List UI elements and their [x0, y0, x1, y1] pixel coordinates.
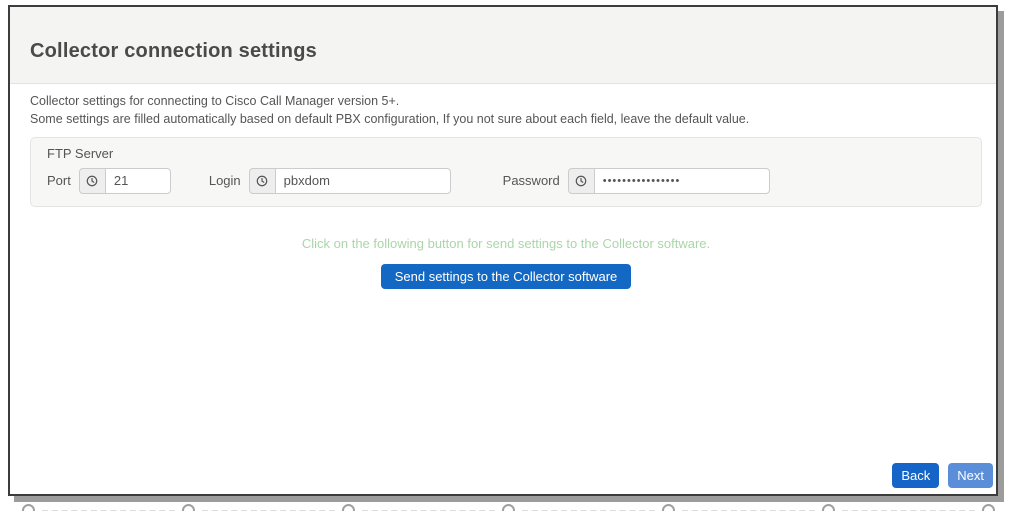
password-addon	[568, 168, 594, 194]
next-button[interactable]: Next	[948, 463, 993, 488]
settings-window: Collector connection settings Collector …	[8, 5, 998, 496]
clock-icon	[575, 175, 587, 187]
login-input-group	[249, 168, 451, 194]
send-settings-button[interactable]: Send settings to the Collector software	[381, 264, 632, 289]
description-line-2: Some settings are filled automatically b…	[30, 111, 982, 129]
ftp-server-panel: FTP Server Port Login	[30, 137, 982, 207]
login-input[interactable]	[275, 168, 451, 194]
window-body: Collector settings for connecting to Cis…	[10, 84, 996, 493]
port-input-group	[79, 168, 171, 194]
port-input[interactable]	[105, 168, 171, 194]
window-header: Collector connection settings	[10, 7, 996, 84]
ftp-form-row: Port Login	[47, 168, 965, 194]
clock-icon	[256, 175, 268, 187]
step-dot	[662, 504, 675, 511]
password-label: Password	[503, 173, 560, 188]
wizard-nav: Back Next	[892, 463, 993, 488]
port-addon	[79, 168, 105, 194]
wizard-step-strip	[0, 504, 1024, 511]
clock-icon	[86, 175, 98, 187]
step-dot	[182, 504, 195, 511]
password-input[interactable]	[594, 168, 770, 194]
port-label: Port	[47, 173, 71, 188]
description-line-1: Collector settings for connecting to Cis…	[30, 93, 982, 111]
send-hint-text: Click on the following button for send s…	[30, 236, 982, 251]
step-dot	[22, 504, 35, 511]
ftp-server-legend: FTP Server	[47, 146, 965, 161]
step-dot	[982, 504, 995, 511]
password-input-group	[568, 168, 770, 194]
login-label: Login	[209, 173, 241, 188]
step-dot	[502, 504, 515, 511]
step-dot	[822, 504, 835, 511]
step-dot	[342, 504, 355, 511]
login-addon	[249, 168, 275, 194]
page-title: Collector connection settings	[30, 40, 317, 63]
back-button[interactable]: Back	[892, 463, 939, 488]
send-button-row: Send settings to the Collector software	[30, 264, 982, 289]
